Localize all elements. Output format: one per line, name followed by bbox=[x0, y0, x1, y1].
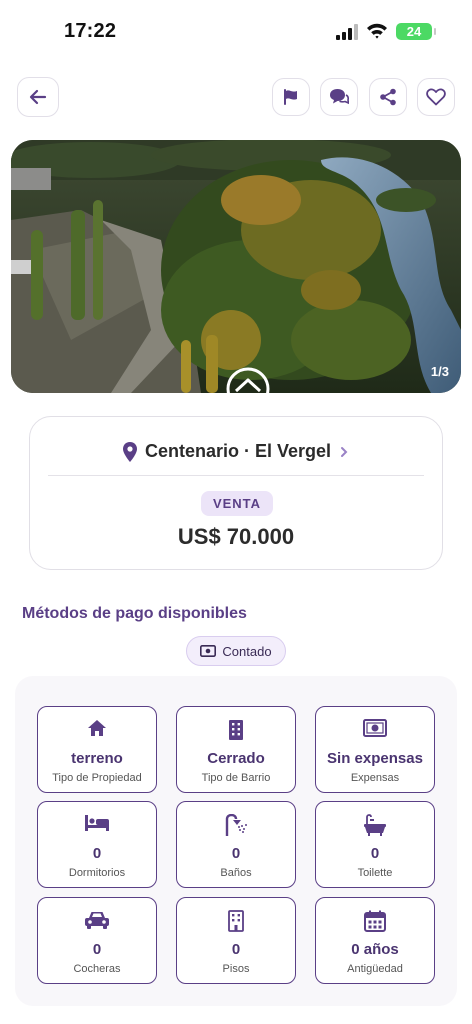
payment-method-chip: Contado bbox=[186, 636, 286, 666]
share-button[interactable] bbox=[369, 78, 407, 116]
heart-icon bbox=[426, 88, 446, 106]
listing-info-card: Centenario · El Vergel VENTA US$ 70.000 bbox=[29, 416, 443, 570]
feature-label: Cocheras bbox=[73, 963, 121, 975]
feature-value: 0 bbox=[92, 845, 102, 862]
property-photo-carousel[interactable]: 1/3 bbox=[11, 140, 461, 393]
feature-label: Dormitorios bbox=[68, 867, 126, 879]
wifi-icon bbox=[366, 22, 388, 40]
home-logo-icon bbox=[226, 367, 270, 411]
back-button[interactable] bbox=[17, 77, 59, 117]
feature-age: 0 años Antigüedad bbox=[315, 897, 435, 984]
feature-expenses: Sin expensas Expensas bbox=[315, 706, 435, 793]
arrow-left-icon bbox=[29, 89, 47, 105]
payment-methods-title: Métodos de pago disponibles bbox=[22, 605, 247, 622]
feature-value: 0 bbox=[231, 845, 241, 862]
operation-badge: VENTA bbox=[201, 491, 273, 516]
feature-floors: 0 Pisos bbox=[176, 897, 296, 984]
favorite-button[interactable] bbox=[417, 78, 455, 116]
feature-label: Baños bbox=[220, 867, 252, 879]
chevron-right-icon bbox=[341, 446, 348, 457]
feature-garages: 0 Cocheras bbox=[37, 897, 157, 984]
payment-method-label: Contado bbox=[222, 643, 272, 659]
price: US$ 70.000 bbox=[177, 524, 295, 549]
cash-icon bbox=[200, 645, 217, 657]
feature-label: Toilette bbox=[357, 867, 393, 879]
feature-label: Tipo de Propiedad bbox=[52, 772, 142, 784]
battery-level: 24 bbox=[406, 24, 422, 39]
card-divider bbox=[48, 475, 424, 476]
feature-label: Expensas bbox=[350, 772, 400, 784]
share-icon bbox=[380, 88, 396, 106]
chat-button[interactable] bbox=[320, 78, 358, 116]
status-bar: 17:22 24 bbox=[0, 0, 472, 60]
cash-icon bbox=[363, 719, 387, 737]
feature-label: Tipo de Barrio bbox=[201, 772, 271, 784]
calendar-icon bbox=[364, 910, 386, 932]
feature-property-type: terreno Tipo de Propiedad bbox=[37, 706, 157, 793]
image-counter: 1/3 bbox=[430, 364, 449, 379]
flag-icon bbox=[284, 89, 297, 105]
bed-icon bbox=[85, 815, 109, 831]
feature-bathrooms: 0 Baños bbox=[176, 801, 296, 888]
battery-icon: 24 bbox=[396, 23, 436, 40]
feature-value: 0 bbox=[92, 941, 102, 958]
feature-value: 0 años bbox=[351, 941, 399, 958]
building-icon bbox=[229, 720, 243, 740]
shower-icon bbox=[225, 814, 247, 836]
feature-neighborhood-type: Cerrado Tipo de Barrio bbox=[176, 706, 296, 793]
feature-value: 0 bbox=[370, 845, 380, 862]
location-text: Centenario · El Vergel bbox=[144, 441, 332, 461]
chat-icon bbox=[330, 89, 349, 105]
feature-value: 0 bbox=[231, 941, 241, 958]
feature-label: Antigüedad bbox=[347, 963, 403, 975]
house-icon bbox=[88, 720, 106, 736]
bathtub-icon bbox=[364, 814, 386, 836]
feature-toilette: 0 Toilette bbox=[315, 801, 435, 888]
location-pin-icon bbox=[122, 441, 137, 462]
cellular-signal-icon bbox=[336, 24, 358, 40]
feature-bedrooms: 0 Dormitorios bbox=[37, 801, 157, 888]
car-icon bbox=[85, 912, 109, 929]
feature-value: Cerrado bbox=[207, 750, 265, 767]
property-photo bbox=[11, 140, 461, 393]
floors-icon bbox=[228, 910, 244, 932]
feature-value: terreno bbox=[71, 750, 123, 767]
feature-value: Sin expensas bbox=[327, 750, 423, 767]
location-link[interactable]: Centenario · El Vergel bbox=[30, 441, 442, 462]
status-time: 17:22 bbox=[64, 20, 117, 42]
report-button[interactable] bbox=[272, 78, 310, 116]
feature-label: Pisos bbox=[222, 963, 250, 975]
